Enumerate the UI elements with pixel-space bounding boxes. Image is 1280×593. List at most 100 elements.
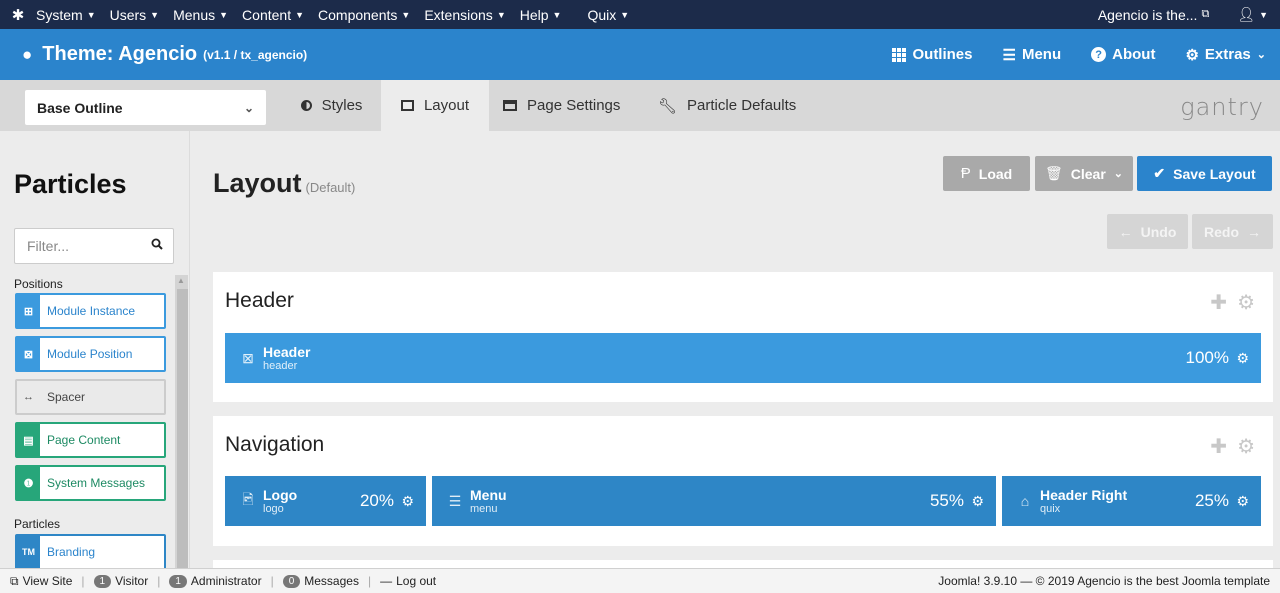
plus-icon[interactable]: ✚ [1210,290,1227,315]
extras-label: Extras [1204,46,1251,63]
particle-branding[interactable]: TM Branding [15,534,166,568]
status-bar: ⧉ View Site | 1 Visitor | 1 Administrato… [0,568,1280,593]
page-title: Layout (Default) [213,168,355,199]
redo-label: Redo [1204,223,1239,240]
droplet-icon: ● [22,44,33,64]
menu-components[interactable]: Components ▼ [318,7,410,23]
menu-extensions[interactable]: Extensions ▼ [424,7,505,23]
tab-layout[interactable]: Layout [381,80,489,131]
external-link-icon: ⧉ [10,573,19,588]
load-button[interactable]: Ᵽ Load [943,156,1030,191]
gear-icon[interactable]: ⚙ [1237,290,1255,315]
menu-users[interactable]: Users ▼ [110,7,159,23]
block-text: Header header [263,343,311,372]
gear-icon[interactable]: ⚙ [971,493,984,510]
block-name: Header [263,343,311,360]
admins-status: 1 Administrator [169,574,262,588]
tab-label: Layout [423,97,470,114]
tab-page-settings[interactable]: Page Settings [503,80,620,131]
about-button[interactable]: ? About [1091,46,1155,63]
tab-particle-defaults[interactable]: 🔧︎ Particle Defaults [658,80,796,131]
topbar-right: Agencio is the... ⧉ 👤︎ ▼ [1098,0,1268,29]
redo-button[interactable]: Redo → [1192,214,1273,249]
visitors-status: 1 Visitor [93,574,148,588]
user-menu[interactable]: 👤︎ ▼ [1237,6,1268,23]
visitor-count-badge: 1 [93,574,112,588]
about-label: About [1112,46,1156,63]
messages-link[interactable]: 0 Messages [282,574,359,588]
logout-link[interactable]: — Log out [380,574,436,588]
particle-label: Module Position [47,347,133,361]
sidebar-scroll-thumb[interactable] [177,289,188,568]
layout-block-menu[interactable]: ☰ Menu menu 55% ⚙ [432,476,996,526]
block-sub: logo [263,502,284,515]
tab-label: Particle Defaults [687,97,797,114]
view-site-link[interactable]: ⧉ View Site [10,574,72,589]
external-link-icon: ⧉ [1201,8,1210,20]
particle-filter-input[interactable]: Filter... [14,228,174,264]
particle-label: Page Content [47,433,121,447]
tab-styles[interactable]: Styles [282,80,381,131]
caret-down-icon: ▼ [401,9,411,20]
system-messages-icon: ❶ [17,467,40,499]
menu-label: Users [109,6,147,23]
particle-module-instance[interactable]: ⊞ Module Instance [15,293,166,329]
particle-page-content[interactable]: ▤ Page Content [15,422,166,458]
module-position-icon: ⊠ [17,338,40,370]
tab-bar: Base Outline ⌄ Styles Layout Page Settin… [0,80,1280,131]
save-layout-button[interactable]: ✔ Save Layout [1137,156,1272,191]
menu-quix[interactable]: Quix ▼ [587,7,629,23]
particle-system-messages[interactable]: ❶ System Messages [15,465,166,501]
particles-heading: Particles [14,517,61,531]
theme-header: ● Theme: Agencio (v1.1 / tx_agencio) Out… [0,29,1280,80]
menu-button[interactable]: ☰ Menu [1003,46,1062,64]
clear-button[interactable]: 🗑︎ Clear ⌄ [1035,156,1133,191]
menu-help[interactable]: Help ▼ [520,7,562,23]
menu-menus[interactable]: Menus ▼ [173,7,228,23]
theme-version: (v1.1 / tx_agencio) [203,47,308,62]
particles-sidebar: Particles Filter... Positions ⊞ Module I… [0,131,190,568]
block-text: Logo logo [263,486,298,515]
joomla-logo-icon[interactable]: ✱ [0,6,36,24]
undo-button[interactable]: ← Undo [1107,214,1188,249]
caret-down-icon: ▼ [620,9,630,20]
block-sub: header [263,359,298,372]
undo-label: Undo [1140,223,1177,240]
block-text: Header Right quix [1040,487,1127,515]
menu-label: Menus [173,6,216,23]
caret-down-icon: ▼ [86,9,96,20]
block-name: Logo [263,486,298,503]
layout-block-logo[interactable]: 🖻︎ Logo logo 20% ⚙ [225,476,426,526]
layout-block-header-right[interactable]: ⌂ Header Right quix 25% ⚙ [1002,476,1261,526]
trademark-icon: TM [17,536,40,568]
menu-system[interactable]: System ▼ [36,7,96,23]
menu-content[interactable]: Content ▼ [242,7,304,23]
particle-label: Branding [47,545,96,559]
copyright-text: Joomla! 3.9.10 — © 2019 Agencio is the b… [938,574,1270,588]
gear-icon[interactable]: ⚙ [1236,493,1249,510]
trash-icon: 🗑︎ [1044,165,1063,181]
scroll-up-arrow-icon[interactable]: ▲ [177,276,185,285]
particle-module-position[interactable]: ⊠ Module Position [15,336,166,372]
messages-count-badge: 0 [282,574,301,588]
menu-label: System [36,6,83,23]
outlines-button[interactable]: Outlines [892,46,973,63]
site-link[interactable]: Agencio is the... ⧉ [1098,7,1209,23]
outline-select[interactable]: Base Outline ⌄ [25,90,266,125]
block-width: 25% [1194,491,1229,510]
particle-spacer[interactable]: ↔ Spacer [15,379,166,415]
layout-block-header[interactable]: ⊠ Header header 100% ⚙ [225,333,1261,383]
layout-section-header: Header ✚ ⚙ ⊠ Header header 100% ⚙ [213,272,1273,402]
gear-icon[interactable]: ⚙ [1237,434,1255,459]
section-actions: ✚ ⚙ [1210,434,1255,459]
check-icon: ✔ [1153,165,1166,181]
plus-icon[interactable]: ✚ [1210,434,1227,459]
gear-icon[interactable]: ⚙ [1236,350,1249,367]
extras-button[interactable]: ⚙ Extras ⌄ [1185,46,1266,64]
separator: | [367,574,372,588]
menu-label: Extensions [424,6,493,23]
caret-down-icon: ▼ [496,9,506,20]
gear-icon[interactable]: ⚙ [401,493,414,510]
home-icon: ⌂ [1020,493,1030,509]
menu-label: Menu [1021,46,1062,63]
